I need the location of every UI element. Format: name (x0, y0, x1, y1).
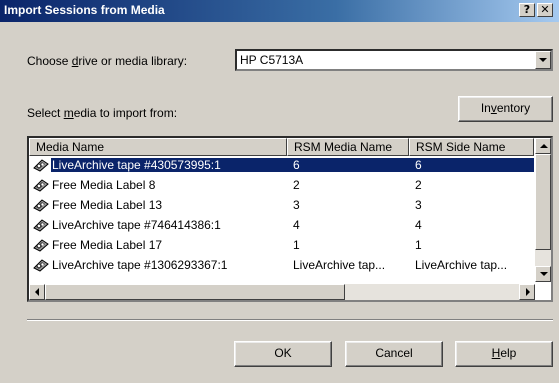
scroll-left-button[interactable] (29, 284, 45, 300)
media-label: Select media to import from: (27, 106, 178, 120)
media-name-cell: LiveArchive tape #746414386:1 (52, 218, 221, 232)
table-row[interactable]: Free Media Label 13 3 3 (29, 196, 534, 216)
tape-cartridge-icon (33, 259, 49, 272)
rsm-side-name-cell: 1 (415, 238, 422, 252)
title-bar[interactable]: Import Sessions from Media ? ✕ (0, 0, 559, 22)
help-titlebar-button[interactable]: ? (519, 3, 535, 17)
cancel-button[interactable]: Cancel (345, 341, 443, 367)
rsm-side-name-cell: 4 (415, 218, 422, 232)
media-name-cell: LiveArchive tape #1306293367:1 (52, 258, 228, 272)
scroll-right-button[interactable] (519, 284, 535, 300)
drive-select[interactable]: HP C5713A (235, 49, 553, 71)
chevron-down-icon (539, 58, 547, 62)
rsm-media-name-cell: 1 (293, 238, 300, 252)
arrow-left-icon (35, 288, 39, 296)
scroll-down-button[interactable] (535, 266, 551, 282)
table-row[interactable]: LiveArchive tape #1306293367:1 LiveArchiv… (29, 256, 534, 276)
rsm-side-name-cell: 6 (409, 158, 534, 172)
media-name-cell: Free Media Label 8 (52, 178, 156, 192)
rsm-side-name-cell: 3 (415, 198, 422, 212)
table-row[interactable]: Free Media Label 17 1 1 (29, 236, 534, 256)
horizontal-scrollbar[interactable] (29, 284, 535, 300)
help-button[interactable]: Help (455, 341, 553, 367)
rsm-media-name-cell: 3 (293, 198, 300, 212)
media-name-cell: Free Media Label 13 (52, 198, 163, 212)
tape-cartridge-icon (33, 219, 49, 232)
tape-cartridge-icon (33, 159, 49, 172)
window-title: Import Sessions from Media (4, 3, 165, 17)
scroll-up-button[interactable] (535, 138, 551, 154)
tape-cartridge-icon (33, 199, 49, 212)
media-list[interactable]: Media Name RSM Media Name RSM Side Name … (27, 136, 553, 302)
tape-cartridge-icon (33, 239, 49, 252)
arrow-up-icon (540, 144, 548, 148)
inventory-button[interactable]: Inventory (458, 96, 553, 122)
media-name-cell: LiveArchive tape #430573995:1 (50, 157, 288, 173)
rsm-media-name-cell: LiveArchive tap... (293, 258, 386, 272)
column-header-rsm-media-name[interactable]: RSM Media Name (287, 138, 409, 156)
arrow-down-icon (540, 272, 548, 276)
rsm-media-name-cell: 2 (293, 178, 300, 192)
vertical-scrollbar[interactable] (535, 138, 551, 282)
drive-select-value: HP C5713A (240, 53, 304, 67)
media-name-cell: Free Media Label 17 (52, 238, 163, 252)
arrow-right-icon (526, 288, 530, 296)
table-row[interactable]: LiveArchive tape #430573995:1 6 6 (29, 156, 534, 176)
rsm-media-name-cell: 6 (287, 158, 409, 172)
horizontal-scroll-thumb[interactable] (45, 284, 345, 300)
tape-cartridge-icon (33, 179, 49, 192)
rsm-side-name-cell: 2 (415, 178, 422, 192)
table-row[interactable]: Free Media Label 8 2 2 (29, 176, 534, 196)
ok-button[interactable]: OK (234, 341, 332, 367)
close-button[interactable]: ✕ (537, 3, 553, 17)
vertical-scroll-thumb[interactable] (535, 154, 551, 250)
dropdown-arrow-button[interactable] (535, 51, 551, 69)
drive-label: Choose drive or media library: (27, 54, 188, 68)
rsm-media-name-cell: 4 (293, 218, 300, 232)
column-header-rsm-side-name[interactable]: RSM Side Name (409, 138, 534, 156)
import-sessions-dialog: Import Sessions from Media ? ✕ Choose dr… (0, 0, 559, 383)
rsm-side-name-cell: LiveArchive tap... (415, 258, 508, 272)
column-header-media-name[interactable]: Media Name (29, 138, 287, 156)
separator (27, 319, 553, 321)
table-row[interactable]: LiveArchive tape #746414386:1 4 4 (29, 216, 534, 236)
